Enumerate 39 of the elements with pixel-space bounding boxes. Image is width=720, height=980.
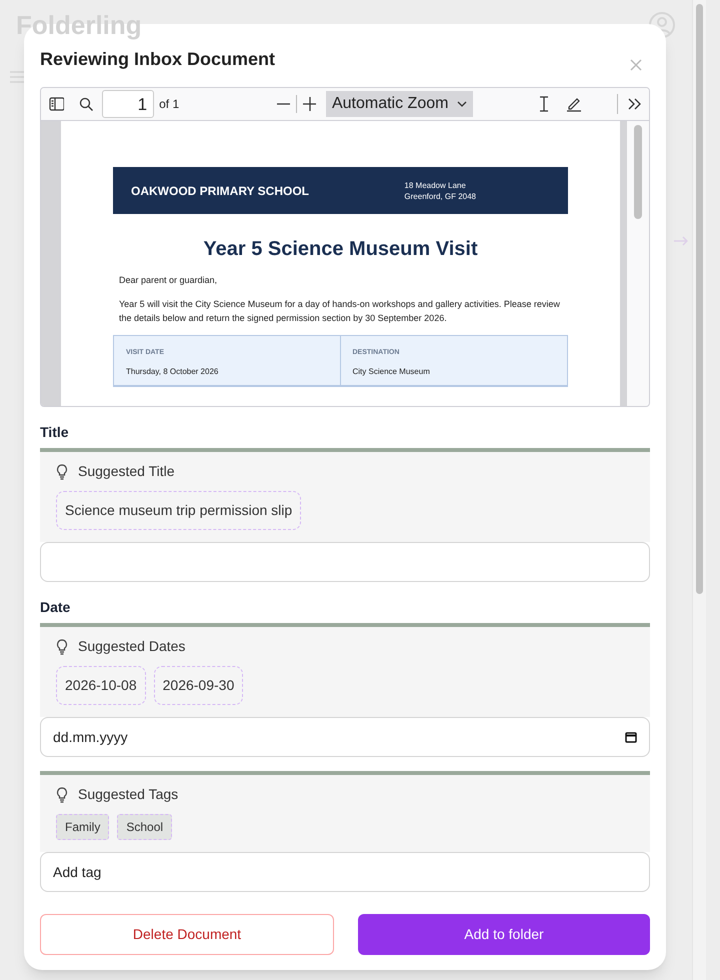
address-line: 18 Meadow Lane: [404, 180, 467, 190]
field-label: Date: [40, 598, 72, 615]
suggestion-chip[interactable]: Family: [56, 814, 110, 840]
lightbulb-icon: [56, 786, 68, 802]
dialog-title: Reviewing Inbox Document: [40, 48, 276, 71]
calendar-icon: [625, 731, 637, 743]
title-field[interactable]: [40, 542, 650, 582]
suggestion-chip[interactable]: Science museum trip permission slip: [56, 491, 302, 530]
suggestion-heading: Suggested Tags: [78, 785, 178, 804]
add-button[interactable]: Add to folder: [358, 914, 650, 955]
caret-icon: [457, 101, 468, 107]
zoom-in-icon[interactable]: [303, 97, 316, 111]
suggestion-chip[interactable]: 2026-09-30: [154, 666, 244, 705]
double-chevron-icon[interactable]: [628, 98, 641, 110]
lightbulb-icon: [56, 638, 68, 654]
date-field[interactable]: dd.mm.yyyy: [40, 717, 650, 757]
pen-icon[interactable]: [566, 96, 582, 112]
sidebar-toggle-icon[interactable]: [49, 97, 64, 111]
field-label: Title: [40, 423, 70, 440]
suggestion-heading: Suggested Dates: [78, 637, 186, 656]
zoom-dropdown[interactable]: Automatic Zoom: [326, 91, 474, 117]
school-name: OAKWOOD PRIMARY SCHOOL: [131, 182, 310, 200]
suggestion-chip[interactable]: School: [117, 814, 172, 840]
delete-button[interactable]: Delete Document: [40, 914, 334, 955]
lightbulb-icon: [56, 464, 68, 480]
arrow-right-icon: [674, 236, 688, 246]
detail-value: City Science Museum: [352, 366, 431, 378]
greeting: Dear parent or guardian,: [118, 274, 218, 287]
body-paragraph: Year 5 will visit the City Science Museum for a day of hands-on workshops and gallery activities. Please review the details below and return the signed permission section by 30 September 2026.: [118, 298, 561, 324]
tag-field[interactable]: Add tag: [40, 852, 650, 892]
text-cursor-icon[interactable]: [539, 96, 548, 112]
page-number-field[interactable]: 1: [102, 90, 154, 118]
page-count: of 1: [159, 96, 180, 113]
suggestion-chip[interactable]: 2026-10-08: [56, 666, 146, 705]
detail-value: Thursday, 8 October 2026: [126, 366, 220, 378]
document-heading: Year 5 Science Museum Visit: [202, 237, 479, 262]
suggestion-heading: Suggested Title: [78, 462, 175, 481]
address-line: Greenford, GF 2048: [404, 190, 476, 202]
search-icon[interactable]: [78, 96, 93, 112]
